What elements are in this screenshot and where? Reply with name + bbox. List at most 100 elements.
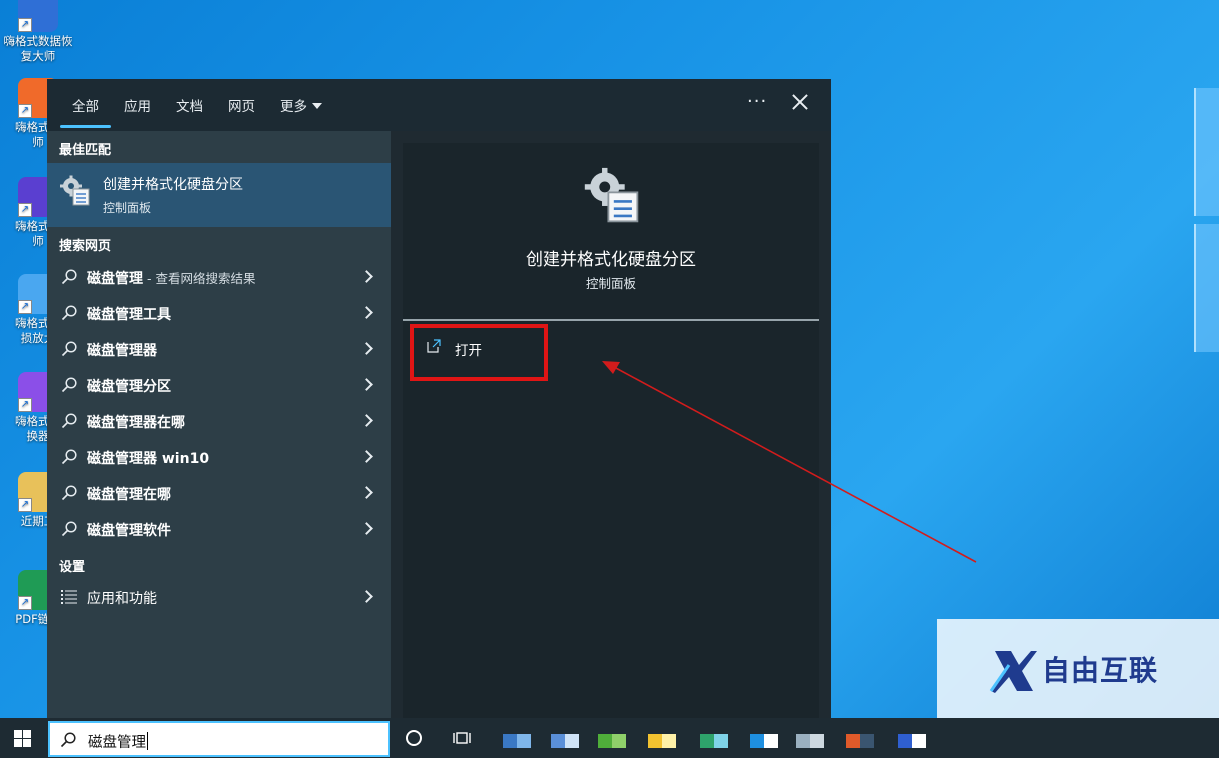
web-result-text: 磁盘管理软件: [87, 520, 171, 540]
taskbar-search-input[interactable]: 磁盘管理: [48, 721, 390, 757]
chevron-right-icon: [360, 486, 373, 499]
shortcut-arrow-icon: ↗: [18, 498, 32, 512]
best-match-title: 创建并格式化硬盘分区: [103, 177, 243, 193]
chevron-right-icon: [360, 306, 373, 319]
pinned-app-icon[interactable]: [662, 718, 676, 758]
search-icon: [61, 449, 77, 465]
chevron-right-icon: [360, 450, 373, 463]
detail-title: 创建并格式化硬盘分区: [526, 250, 696, 270]
app-icon: ↗: [18, 0, 58, 32]
search-query-text: 磁盘管理: [88, 731, 148, 752]
pinned-app-icon[interactable]: [846, 718, 860, 758]
shortcut-arrow-icon: ↗: [18, 596, 32, 610]
detail-pane: 创建并格式化硬盘分区 控制面板 打开: [403, 143, 819, 719]
web-result-label: 磁盘管理在哪: [87, 487, 171, 503]
web-result-text: 磁盘管理工具: [87, 304, 171, 324]
tab-more-label: 更多: [280, 99, 307, 115]
pinned-app-icon[interactable]: [796, 718, 810, 758]
search-icon: [61, 269, 77, 285]
taskbar: 磁盘管理: [0, 718, 1219, 758]
pinned-app-icon[interactable]: [764, 718, 778, 758]
close-button[interactable]: [789, 91, 811, 113]
divider: [403, 319, 819, 321]
pinned-app-icon[interactable]: [565, 718, 579, 758]
shortcut-arrow-icon: ↗: [18, 300, 32, 314]
web-result-item[interactable]: 磁盘管理软件: [47, 511, 391, 547]
pinned-app-icon[interactable]: [898, 718, 912, 758]
more-options-button[interactable]: ···: [747, 91, 767, 112]
pinned-app-icon[interactable]: [700, 718, 714, 758]
chevron-right-icon: [360, 378, 373, 391]
cortana-icon[interactable]: [406, 730, 422, 746]
web-result-text: 磁盘管理器在哪: [87, 412, 185, 432]
annotation-highlight-box: [410, 324, 548, 381]
search-query-value: 磁盘管理: [88, 735, 146, 751]
desktop-wallpaper-pane-upper: [1194, 88, 1219, 216]
settings-item-label: 应用和功能: [87, 591, 157, 607]
desktop-icon[interactable]: ↗ 嗨格式数据恢 复大师: [0, 0, 76, 64]
web-result-item[interactable]: 磁盘管理器: [47, 331, 391, 367]
search-panel-header: 全部 应用 文档 网页 更多 ···: [47, 79, 831, 131]
search-icon: [61, 413, 77, 429]
web-result-text: 磁盘管理在哪: [87, 484, 171, 504]
web-result-item[interactable]: 磁盘管理 - 查看网络搜索结果: [47, 259, 391, 295]
search-icon: [61, 341, 77, 357]
chevron-right-icon: [360, 414, 373, 427]
web-result-item[interactable]: 磁盘管理分区: [47, 367, 391, 403]
web-result-item[interactable]: 磁盘管理器在哪: [47, 403, 391, 439]
tab-more[interactable]: 更多: [280, 95, 322, 115]
web-result-label: 磁盘管理器: [87, 343, 157, 359]
pinned-app-icon[interactable]: [598, 718, 612, 758]
chevron-right-icon: [360, 590, 373, 603]
pinned-app-icon[interactable]: [860, 718, 874, 758]
desktop-icon-label-line2: 复大师: [20, 49, 56, 63]
tab-apps[interactable]: 应用: [124, 95, 151, 115]
web-result-text: 磁盘管理分区: [87, 376, 171, 396]
detail-subtitle: 控制面板: [585, 276, 636, 291]
web-result-text: 磁盘管理器 win10: [87, 448, 209, 468]
tab-all[interactable]: 全部: [60, 95, 111, 128]
control-panel-icon: [60, 175, 90, 206]
web-result-label: 磁盘管理分区: [87, 379, 171, 395]
search-icon: [61, 485, 77, 501]
pinned-app-icon[interactable]: [714, 718, 728, 758]
web-result-text: 磁盘管理 - 查看网络搜索结果: [87, 268, 255, 288]
web-result-label: 磁盘管理工具: [87, 307, 171, 323]
web-result-item[interactable]: 磁盘管理工具: [47, 295, 391, 331]
search-panel: 全部 应用 文档 网页 更多 ··· 最佳匹配 创建并格式化硬盘分区 控制面板 …: [47, 79, 831, 719]
pinned-app-icon[interactable]: [551, 718, 565, 758]
tab-web[interactable]: 网页: [228, 95, 255, 115]
settings-item-apps-features[interactable]: 应用和功能: [47, 579, 391, 615]
web-result-label: 磁盘管理器 win10: [87, 451, 210, 467]
pinned-app-icon[interactable]: [648, 718, 662, 758]
chevron-right-icon: [360, 270, 373, 283]
desktop-icon-label: 嗨格式数据恢: [3, 34, 73, 48]
pinned-app-icon[interactable]: [612, 718, 626, 758]
web-result-label: 磁盘管理器在哪: [87, 415, 185, 431]
best-match-subtitle: 控制面板: [103, 201, 152, 215]
chevron-right-icon: [360, 342, 373, 355]
task-view-icon[interactable]: [453, 730, 471, 746]
web-result-label: 磁盘管理: [87, 271, 143, 287]
pinned-app-icon[interactable]: [503, 718, 517, 758]
pinned-app-icon[interactable]: [517, 718, 531, 758]
best-match-item[interactable]: 创建并格式化硬盘分区 控制面板: [47, 163, 391, 227]
pinned-app-icon[interactable]: [750, 718, 764, 758]
list-icon: [61, 590, 77, 604]
watermark-text: 自由互联: [1042, 654, 1159, 687]
shortcut-arrow-icon: ↗: [18, 104, 32, 118]
pinned-app-icon[interactable]: [810, 718, 824, 758]
search-icon: [61, 305, 77, 321]
desktop-wallpaper-pane-lower: [1194, 224, 1219, 352]
tab-documents[interactable]: 文档: [176, 95, 203, 115]
pinned-app-icon[interactable]: [912, 718, 926, 758]
web-result-item[interactable]: 磁盘管理在哪: [47, 475, 391, 511]
web-result-label: 磁盘管理软件: [87, 523, 171, 539]
web-search-heading: 搜索网页: [59, 239, 112, 254]
text-caret: [147, 732, 148, 750]
web-result-item[interactable]: 磁盘管理器 win10: [47, 439, 391, 475]
search-icon: [61, 521, 77, 537]
start-button[interactable]: [14, 730, 31, 747]
search-icon: [61, 377, 77, 393]
watermark: 自由互联: [937, 619, 1219, 718]
